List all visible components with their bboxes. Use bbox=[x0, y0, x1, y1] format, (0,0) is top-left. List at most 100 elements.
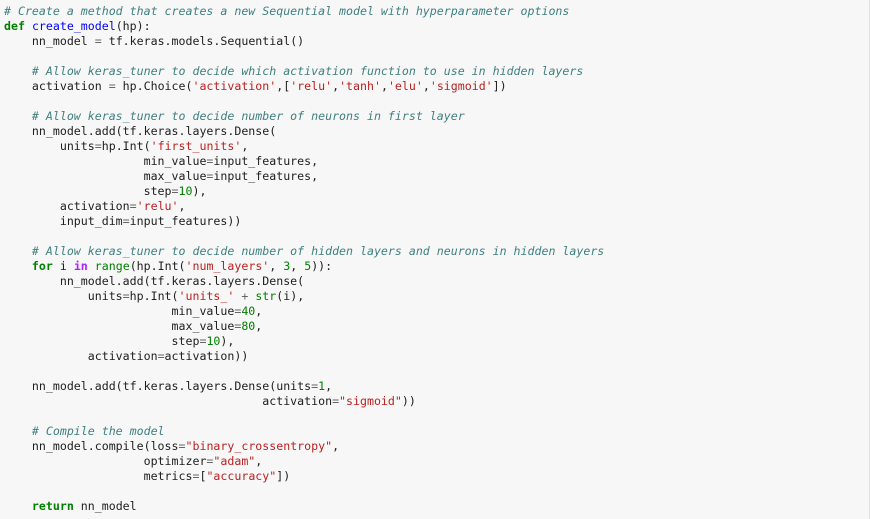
comment-token: # Compile the model bbox=[31, 424, 165, 438]
code-token: ), bbox=[192, 184, 207, 198]
code-line: min_value=40, bbox=[4, 304, 604, 319]
code-line: input_dim=input_features)) bbox=[4, 214, 604, 229]
code-token: optimizer bbox=[4, 454, 207, 468]
code-token: ,[ bbox=[276, 79, 291, 93]
code-token: nn_model bbox=[4, 34, 95, 48]
code-line: min_value=input_features, bbox=[4, 154, 604, 169]
code-line: metrics=["accuracy"]) bbox=[4, 469, 604, 484]
code-token: , bbox=[178, 199, 186, 213]
operator-token: = bbox=[108, 79, 116, 93]
number-token: 10 bbox=[178, 184, 193, 198]
comment-token: # Allow keras_tuner to decide which acti… bbox=[31, 64, 584, 78]
code-line: nn_model.add(tf.keras.layers.Dense( bbox=[4, 274, 604, 289]
string-token: "binary_crossentropy" bbox=[185, 439, 333, 453]
code-token: nn_model bbox=[73, 499, 137, 513]
code-token: activation bbox=[4, 349, 158, 363]
code-token: nn_model.add(tf.keras.layers.Dense(units bbox=[4, 379, 312, 393]
code-editor[interactable]: # Create a method that creates a new Seq… bbox=[4, 4, 604, 514]
keyword-token: return bbox=[31, 499, 74, 513]
code-line: nn_model = tf.keras.models.Sequential() bbox=[4, 34, 604, 49]
keyword-token: def bbox=[4, 19, 25, 33]
operator-token: = bbox=[178, 439, 186, 453]
code-token: units bbox=[4, 289, 123, 303]
code-token: activation bbox=[4, 199, 130, 213]
function-name-token: create_model bbox=[31, 19, 116, 33]
number-token: 40 bbox=[241, 304, 256, 318]
code-token: activation bbox=[4, 394, 333, 408]
code-token: i bbox=[52, 259, 74, 273]
code-line: optimizer="adam", bbox=[4, 454, 604, 469]
code-token: , bbox=[255, 304, 263, 318]
code-line: def create_model(hp): bbox=[4, 19, 604, 34]
code-token: (hp.Int( bbox=[129, 259, 186, 273]
code-line: # Create a method that creates a new Seq… bbox=[4, 4, 604, 19]
code-token: max_value bbox=[4, 169, 207, 183]
code-token: ]) bbox=[492, 79, 507, 93]
operator-token: = bbox=[157, 349, 165, 363]
code-token: (hp): bbox=[115, 19, 151, 33]
string-token: "adam" bbox=[213, 454, 256, 468]
operator-token: = bbox=[94, 34, 102, 48]
code-token: ]) bbox=[276, 469, 291, 483]
string-token: 'relu' bbox=[136, 199, 179, 213]
string-token: 'activation' bbox=[192, 79, 277, 93]
code-token: input_features, bbox=[213, 169, 319, 183]
code-line: activation="sigmoid")) bbox=[4, 394, 604, 409]
string-token: 'units_' bbox=[178, 289, 235, 303]
number-token: 80 bbox=[241, 319, 256, 333]
operator-word-token: in bbox=[73, 259, 88, 273]
code-token: )) bbox=[401, 394, 416, 408]
code-token: , bbox=[422, 79, 430, 93]
string-token: 'elu' bbox=[387, 79, 423, 93]
operator-token: = bbox=[332, 394, 340, 408]
string-token: 'num_layers' bbox=[185, 259, 270, 273]
code-token: ), bbox=[220, 334, 235, 348]
code-token: activation)) bbox=[164, 349, 249, 363]
operator-token: = bbox=[171, 184, 179, 198]
code-token: , bbox=[332, 439, 340, 453]
code-line: # Allow keras_tuner to decide number of … bbox=[4, 109, 604, 124]
code-line: activation='relu', bbox=[4, 199, 604, 214]
builtin-token: str bbox=[255, 289, 277, 303]
code-line: activation=activation)) bbox=[4, 349, 604, 364]
operator-token: = bbox=[94, 139, 102, 153]
operator-token: = bbox=[122, 214, 130, 228]
code-cell[interactable]: # Create a method that creates a new Seq… bbox=[0, 0, 870, 519]
comment-token: # Allow keras_tuner to decide number of … bbox=[31, 109, 465, 123]
code-line: return nn_model bbox=[4, 499, 604, 514]
code-token: units bbox=[4, 139, 95, 153]
code-token: step bbox=[4, 334, 200, 348]
code-token: (i), bbox=[276, 289, 305, 303]
code-line: activation = hp.Choice('activation',['re… bbox=[4, 79, 604, 94]
string-token: 'relu' bbox=[290, 79, 333, 93]
code-token: input_features, bbox=[213, 154, 319, 168]
comment-token: # Allow keras_tuner to decide number of … bbox=[31, 244, 605, 258]
code-line: units=hp.Int('units_' + str(i), bbox=[4, 289, 604, 304]
code-line: nn_model.compile(loss="binary_crossentro… bbox=[4, 439, 604, 454]
string-token: "accuracy" bbox=[206, 469, 277, 483]
code-token: , bbox=[380, 79, 388, 93]
code-token: input_features)) bbox=[129, 214, 242, 228]
string-token: "sigmoid" bbox=[339, 394, 402, 408]
code-token: max_value bbox=[4, 319, 235, 333]
code-token: min_value bbox=[4, 304, 235, 318]
string-token: 'sigmoid' bbox=[429, 79, 493, 93]
code-token: , bbox=[255, 454, 263, 468]
code-line: step=10), bbox=[4, 184, 604, 199]
code-token: step bbox=[4, 184, 172, 198]
code-line: units=hp.Int('first_units', bbox=[4, 139, 604, 154]
code-line: max_value=input_features, bbox=[4, 169, 604, 184]
code-token: tf.keras.models.Sequential() bbox=[101, 34, 305, 48]
code-token: hp.Int( bbox=[101, 139, 151, 153]
